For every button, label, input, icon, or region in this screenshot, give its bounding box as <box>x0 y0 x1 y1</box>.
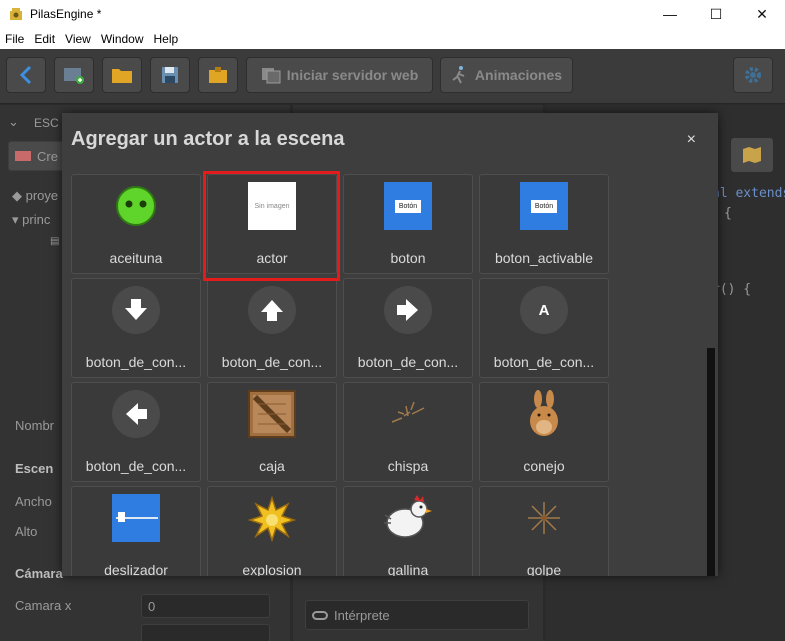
slider-icon <box>112 494 160 542</box>
camera-section-label: Cámara <box>15 566 63 581</box>
close-window-button[interactable]: ✕ <box>739 0 785 28</box>
floppy-disk-icon <box>162 67 178 83</box>
boton-icon: Botón <box>384 182 432 230</box>
back-button[interactable] <box>6 57 46 93</box>
gear-icon <box>745 67 761 83</box>
arrow-up-icon <box>248 286 296 334</box>
menu-help[interactable]: Help <box>149 32 184 46</box>
tree-item-project[interactable]: ◆ proye <box>12 188 58 204</box>
actor-tile-boton-de-control-up[interactable]: boton_de_con... <box>207 278 337 378</box>
actor-tile-gallina[interactable]: gallina <box>343 486 473 576</box>
menu-file[interactable]: File <box>0 32 29 46</box>
actor-tile-caja[interactable]: caja <box>207 382 337 482</box>
scene-section-label: Escen <box>15 461 54 476</box>
maximize-button[interactable]: ☐ <box>693 0 739 28</box>
dialog-close-button[interactable]: × <box>687 131 696 149</box>
create-scene-button[interactable]: Cre <box>8 141 68 171</box>
actor-tile-chispa[interactable]: chispa <box>343 382 473 482</box>
actor-tile-boton-de-control-right[interactable]: boton_de_con... <box>343 278 473 378</box>
minimize-button[interactable]: — <box>647 0 693 28</box>
folder-icon <box>112 69 132 83</box>
button-a-icon: A <box>520 286 568 334</box>
menu-window[interactable]: Window <box>96 32 149 46</box>
arrow-down-icon <box>112 286 160 334</box>
animations-label: Animaciones <box>474 67 563 83</box>
settings-button[interactable] <box>733 57 773 93</box>
camera-x-label: Camara x <box>15 598 72 613</box>
actor-tile-aceituna[interactable]: aceituna <box>71 174 201 274</box>
interpreter-tab[interactable]: Intérprete <box>305 600 529 630</box>
arrow-right-icon <box>384 286 432 334</box>
actor-tile-boton-de-control-down[interactable]: boton_de_con... <box>71 278 201 378</box>
pilas-app-icon <box>10 8 22 20</box>
package-icon <box>209 67 227 83</box>
back-arrow-icon <box>19 65 32 85</box>
hit-icon <box>528 502 560 534</box>
add-actor-dialog: Agregar un actor a la escena × aceituna … <box>62 113 718 576</box>
map-button[interactable] <box>730 137 774 173</box>
boton-activable-icon: Botón <box>520 182 568 230</box>
start-web-server-label: Iniciar servidor web <box>286 67 419 83</box>
map-icon <box>743 147 761 163</box>
window-title: PilasEngine * <box>30 7 102 21</box>
collapse-chevron-icon[interactable]: ⌄ <box>8 114 19 130</box>
code-line-1: al extends <box>712 186 785 201</box>
arrow-left-icon <box>112 390 160 438</box>
actor-tile-boton-de-control-a[interactable]: A boton_de_con... <box>479 278 609 378</box>
sin-imagen-icon: Sin imagen <box>248 182 296 230</box>
name-label: Nombr <box>15 418 55 433</box>
actor-tile-deslizador[interactable]: deslizador <box>71 486 201 576</box>
width-label: Ancho <box>15 494 52 509</box>
package-button[interactable] <box>198 57 238 93</box>
animations-button[interactable]: Animaciones <box>440 57 573 93</box>
main-toolbar: Iniciar servidor web Animaciones <box>0 49 785 104</box>
actor-tile-conejo[interactable]: conejo <box>479 382 609 482</box>
camera-y-input[interactable] <box>141 624 270 641</box>
explosion-icon <box>248 495 296 542</box>
add-image-icon <box>64 68 84 84</box>
open-project-button[interactable] <box>102 57 142 93</box>
menu-bar: File Edit View Window Help <box>0 28 785 49</box>
running-figure-icon <box>452 66 465 84</box>
menu-edit[interactable]: Edit <box>29 32 60 46</box>
title-bar: PilasEngine * — ☐ ✕ <box>0 0 785 28</box>
dialog-title: Agregar un actor a la escena <box>71 128 345 150</box>
scene-panel-tab[interactable]: ESC <box>34 116 59 130</box>
actor-tile-boton-de-control-left[interactable]: boton_de_con... <box>71 382 201 482</box>
tree-item-main[interactable]: ▾ princ <box>12 212 50 228</box>
camera-x-input[interactable]: 0 <box>141 594 270 618</box>
menu-view[interactable]: View <box>60 32 96 46</box>
aceituna-icon <box>116 186 156 226</box>
actor-tile-boton[interactable]: Botón boton <box>343 174 473 274</box>
start-web-server-button[interactable]: Iniciar servidor web <box>246 57 433 93</box>
actor-tile-explosion[interactable]: explosion <box>207 486 337 576</box>
toggle-icon <box>312 610 328 620</box>
tree-actor-icon: ▤ <box>50 236 60 247</box>
scene-icon <box>15 151 31 161</box>
add-scene-button[interactable] <box>54 57 94 93</box>
dialog-scrollbar-thumb[interactable] <box>707 348 715 576</box>
spark-icon <box>391 401 425 423</box>
code-line-2: { <box>724 206 732 221</box>
actor-tile-boton-activable[interactable]: Botón boton_activable <box>479 174 609 274</box>
chicken-icon <box>384 495 432 538</box>
server-window-icon <box>261 68 281 84</box>
actor-tile-actor[interactable]: Sin imagen actor <box>207 174 337 274</box>
rabbit-icon <box>530 390 558 436</box>
save-button[interactable] <box>150 57 190 93</box>
actor-tile-golpe[interactable]: golpe <box>479 486 609 576</box>
wooden-box-icon <box>248 390 296 438</box>
height-label: Alto <box>15 524 38 539</box>
